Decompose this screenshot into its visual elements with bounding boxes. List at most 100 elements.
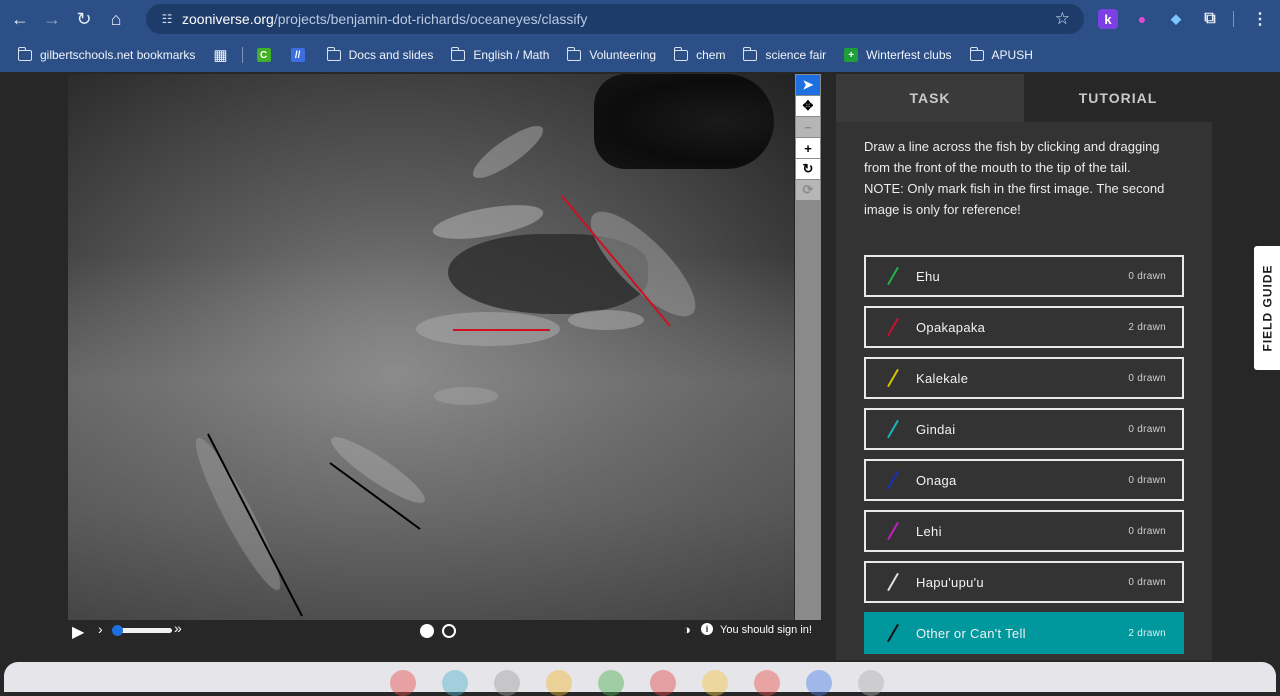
choice-label: Hapu'upu'u (916, 574, 984, 590)
tab-tutorial[interactable]: TUTORIAL (1024, 74, 1212, 122)
apps-grid-icon[interactable]: ▦ (213, 46, 227, 64)
app-icon[interactable] (806, 670, 832, 696)
rotate-icon[interactable]: ↻ (796, 159, 820, 179)
pointer-icon[interactable]: ➤ (796, 75, 820, 95)
choice-count: 0 drawn (1128, 270, 1166, 282)
app-icon[interactable] (858, 670, 884, 696)
app-icon[interactable] (754, 670, 780, 696)
choice-count: 2 drawn (1128, 321, 1166, 333)
choice-count: 0 drawn (1128, 576, 1166, 588)
viewer-controls: ▶ › » ◑ i You should sign in! (68, 620, 822, 642)
bookmark-science-fair[interactable]: science fair (743, 46, 826, 62)
app-icon[interactable] (598, 670, 624, 696)
site-info-icon[interactable]: ☷ (154, 12, 180, 26)
reset-icon[interactable]: ⟳ (796, 180, 820, 200)
viewer-toolbar: ➤ ✥ − + ↻ ⟳ (795, 74, 821, 620)
other-line[interactable] (207, 433, 303, 617)
extensions-puzzle-icon[interactable]: ⧉ (1200, 9, 1220, 29)
bookmark-english-math[interactable]: English / Math (451, 46, 550, 62)
fish-shape (432, 205, 544, 239)
choice-opakapaka[interactable]: Opakapaka 2 drawn (864, 306, 1184, 348)
striped-logo-icon: // (290, 48, 305, 62)
extension-record-icon[interactable]: ● (1132, 9, 1152, 29)
play-icon[interactable]: ▶ (72, 622, 84, 642)
os-shelf (0, 660, 1280, 696)
app-icon[interactable] (702, 670, 728, 696)
invert-colors-icon[interactable]: ◑ (683, 622, 691, 637)
folder-icon (567, 46, 582, 61)
app-icon[interactable] (442, 670, 468, 696)
bookmark-classroom-c[interactable]: C (256, 48, 279, 62)
field-guide-label: FIELD GUIDE (1260, 264, 1275, 352)
shelf-bar (4, 662, 1276, 696)
toolbar-divider (1233, 11, 1234, 27)
tab-task[interactable]: TASK (836, 74, 1024, 122)
choice-hapuupuu[interactable]: Hapu'upu'u 0 drawn (864, 561, 1184, 603)
white-line-icon (886, 573, 900, 591)
folder-icon (326, 46, 341, 61)
app-icon[interactable] (494, 670, 520, 696)
zoom-in-icon[interactable]: + (796, 138, 820, 158)
subject-image[interactable] (68, 74, 794, 620)
zoom-out-icon[interactable]: − (796, 117, 820, 137)
info-icon[interactable]: i (701, 623, 713, 635)
address-bar[interactable]: ☷ zooniverse.org/projects/benjamin-dot-r… (146, 4, 1084, 34)
browser-toolbar: ← → ↻ ⌂ ☷ zooniverse.org/projects/benjam… (0, 0, 1280, 38)
bookmark-apush[interactable]: APUSH (969, 46, 1033, 62)
folder-icon (674, 46, 689, 61)
choice-label: Ehu (916, 268, 941, 284)
choice-ehu[interactable]: Ehu 0 drawn (864, 255, 1184, 297)
slider-knob[interactable] (112, 625, 123, 636)
app-icon[interactable] (390, 670, 416, 696)
menu-kebab-icon[interactable]: ⋮ (1250, 9, 1270, 29)
playback-speed-slider[interactable] (112, 625, 172, 636)
choice-lehi[interactable]: Lehi 0 drawn (864, 510, 1184, 552)
bookmark-chem[interactable]: chem (674, 46, 725, 62)
bookmark-striped[interactable]: // (290, 48, 313, 62)
back-arrow-icon[interactable]: ← (4, 3, 36, 35)
choice-label: Lehi (916, 523, 942, 539)
species-choices: Ehu 0 drawn Opakapaka 2 drawn Kalekale 0 dr… (864, 255, 1184, 663)
fish-shape (434, 387, 498, 405)
bookmark-gilbertschools[interactable]: gilbertschools.net bookmarks (18, 46, 195, 62)
choice-other[interactable]: Other or Can't Tell 2 drawn (864, 612, 1184, 654)
choice-label: Onaga (916, 472, 957, 488)
task-panel: TASK TUTORIAL Draw a line across the fis… (836, 74, 1212, 660)
bookmark-label: Docs and slides (348, 48, 434, 62)
frame-2-dot[interactable] (442, 624, 456, 638)
forward-arrow-icon[interactable]: → (36, 3, 68, 35)
bookmark-volunteering[interactable]: Volunteering (567, 46, 656, 62)
bookmark-docs-and-slides[interactable]: Docs and slides (326, 46, 434, 62)
choice-label: Opakapaka (916, 319, 986, 335)
choice-kalekale[interactable]: Kalekale 0 drawn (864, 357, 1184, 399)
folder-icon (969, 46, 984, 61)
instruction-text: Draw a line across the fish by clicking … (864, 139, 1160, 175)
extension-k-icon[interactable]: k (1098, 9, 1118, 29)
home-icon[interactable]: ⌂ (100, 3, 132, 35)
move-icon[interactable]: ✥ (796, 96, 820, 116)
field-guide-tab[interactable]: FIELD GUIDE (1254, 246, 1280, 370)
choice-count: 0 drawn (1128, 525, 1166, 537)
folder-icon (743, 46, 758, 61)
red-line-icon (886, 318, 900, 336)
annotation-layer[interactable] (68, 74, 794, 620)
choice-gindai[interactable]: Gindai 0 drawn (864, 408, 1184, 450)
bookmark-winterfest-clubs[interactable]: + Winterfest clubs (844, 48, 952, 62)
app-icon[interactable] (546, 670, 572, 696)
instruction-note: NOTE: Only mark fish in the first image.… (864, 181, 1165, 217)
choice-onaga[interactable]: Onaga 0 drawn (864, 459, 1184, 501)
fish-shape (472, 125, 544, 179)
frame-1-dot[interactable] (420, 624, 434, 638)
bookmark-star-icon[interactable]: ☆ (1055, 9, 1070, 29)
url-text[interactable]: zooniverse.org/projects/benjamin-dot-ric… (182, 11, 587, 27)
choice-count: 0 drawn (1128, 372, 1166, 384)
task-instructions: Draw a line across the fish by clicking … (864, 136, 1184, 220)
extension-diamond-icon[interactable]: ◆ (1166, 9, 1186, 29)
reload-icon[interactable]: ↻ (68, 3, 100, 35)
choice-count: 0 drawn (1128, 423, 1166, 435)
classify-page: ➤ ✥ − + ↻ ⟳ ▶ › » ◑ i You should sign in… (0, 72, 1280, 660)
blue-line-icon (886, 471, 900, 489)
choice-label: Gindai (916, 421, 956, 437)
bookmark-label: English / Math (473, 48, 550, 62)
app-icon[interactable] (650, 670, 676, 696)
